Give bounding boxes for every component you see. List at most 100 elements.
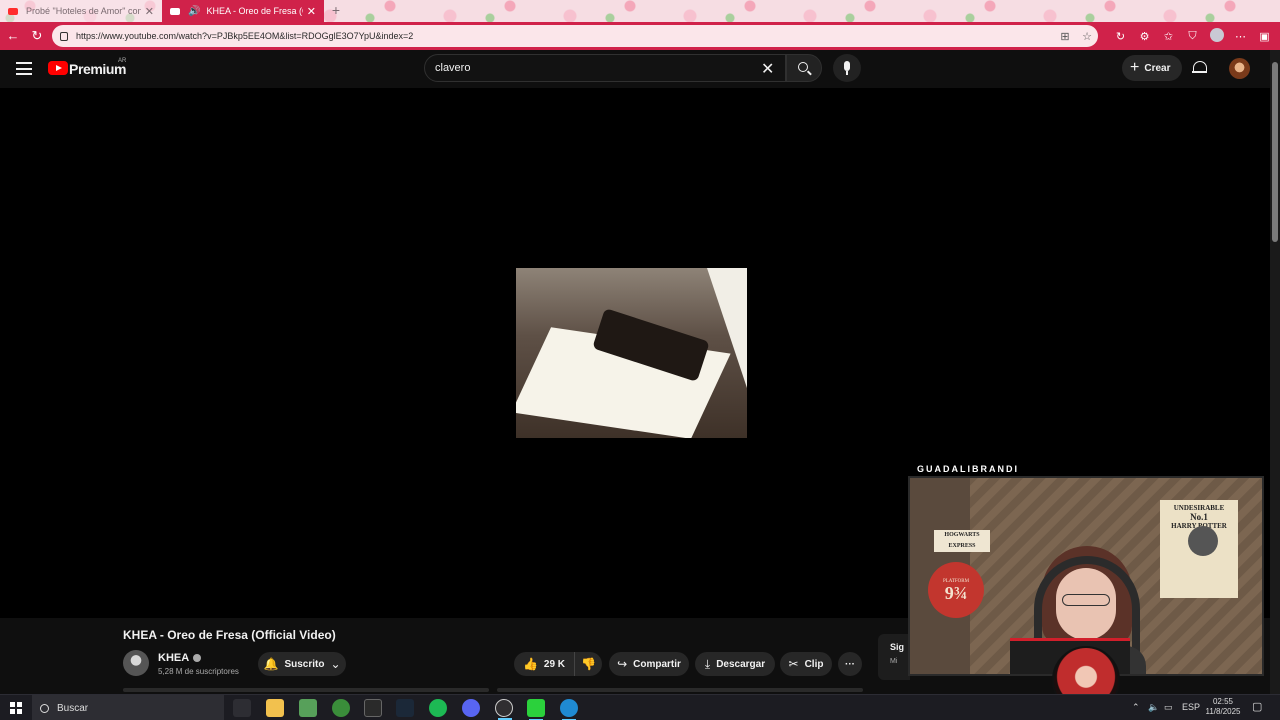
browser-toolbar: ↻ ⚙ ✩ ⛉ ⋯ ▣ (1111, 25, 1274, 47)
address-bar-row: ← ↻ https://www.youtube.com/watch?v=PJBk… (0, 22, 1280, 50)
discord-icon[interactable] (462, 699, 480, 717)
up-next-panel[interactable]: Sig Mi (878, 634, 910, 680)
video-title: KHEA - Oreo de Fresa (Official Video) (123, 628, 336, 642)
address-bar[interactable]: https://www.youtube.com/watch?v=PJBkp5EE… (52, 25, 1098, 47)
scrollbar-thumb[interactable] (1272, 62, 1278, 242)
voice-search-button[interactable] (833, 54, 861, 82)
page-scrollbar[interactable] (1270, 50, 1280, 694)
close-tab-icon[interactable]: ✕ (307, 5, 316, 18)
youtube-header: Premium AR clavero ✕ + Crear (0, 50, 1270, 88)
taskbar-clock[interactable]: 02:55 11/8/2025 (1200, 697, 1246, 717)
browser-tab-strip: Probé "Hoteles de Amor" con Pe ✕ 🔊 KHEA … (0, 0, 1280, 22)
extensions-icon[interactable]: ⚙ (1135, 30, 1154, 43)
refresh-extension-icon[interactable]: ↻ (1111, 30, 1130, 43)
search-icon (798, 62, 808, 72)
reload-button[interactable]: ↻ (26, 25, 48, 47)
channel-avatar[interactable] (123, 650, 149, 676)
tab-khea[interactable]: 🔊 KHEA - Oreo de Fresa (Offic ✕ (162, 0, 324, 22)
poster-portrait (1188, 526, 1218, 556)
tab-title: KHEA - Oreo de Fresa (Offic (206, 6, 302, 16)
share-button[interactable]: ↪ Compartir (609, 652, 689, 676)
taskbar-search[interactable]: Buscar (32, 695, 224, 720)
search-input[interactable]: clavero ✕ (424, 54, 786, 82)
windows-start-icon[interactable] (10, 702, 22, 714)
profile-avatar[interactable] (1207, 27, 1226, 45)
screen: Probé "Hoteles de Amor" con Pe ✕ 🔊 KHEA … (0, 0, 1280, 720)
like-button[interactable]: 👍 29 K (514, 652, 574, 676)
create-label: Crear (1144, 62, 1171, 74)
platform-sign: PLATFORM 9¾ (928, 562, 984, 618)
search-button[interactable] (786, 54, 822, 82)
minecraft-icon[interactable] (299, 699, 317, 717)
tab-hoteles[interactable]: Probé "Hoteles de Amor" con Pe ✕ (0, 0, 162, 22)
favorite-star-icon[interactable]: ☆ (1076, 30, 1098, 43)
streamer-name: GUADALIBRANDI (917, 464, 1019, 474)
poster-heading: UNDESIRABLE (1173, 504, 1225, 512)
share-icon: ↪ (617, 657, 628, 671)
epic-games-icon[interactable] (364, 699, 382, 717)
url-text[interactable]: https://www.youtube.com/watch?v=PJBkp5EE… (76, 31, 1054, 41)
country-code: AR (118, 58, 127, 64)
edge-icon[interactable] (560, 699, 578, 720)
clear-search-icon[interactable]: ✕ (761, 59, 774, 79)
youtube-logo-icon[interactable] (48, 61, 68, 75)
favorites-icon[interactable]: ✩ (1159, 30, 1178, 43)
download-icon: ⤓ (704, 656, 711, 671)
steam-icon[interactable] (396, 699, 414, 717)
download-button[interactable]: ⤓ Descargar (695, 652, 775, 676)
windows-taskbar: Buscar ⌃ 🔈 ▭ ESP 02:55 11/8/2025 ▢ (0, 694, 1280, 720)
new-tab-button[interactable]: + (328, 2, 344, 18)
tray-expand-icon[interactable]: ⌃ (1132, 702, 1140, 713)
comments-box[interactable] (497, 688, 863, 692)
dislike-button[interactable]: 👎 (574, 652, 602, 676)
language-indicator[interactable]: ESP (1182, 702, 1200, 712)
thumbs-down-icon: 👎 (581, 657, 596, 671)
bell-icon: 🔔 (263, 657, 279, 671)
platform-number: 9¾ (944, 582, 968, 603)
camera-app-icon[interactable] (527, 699, 545, 720)
up-next-subtitle: Mi (890, 658, 898, 665)
lock-icon (60, 31, 68, 41)
notifications-icon[interactable]: ▢ (1252, 700, 1262, 713)
task-view-icon[interactable] (233, 699, 251, 717)
close-tab-icon[interactable]: ✕ (145, 5, 154, 18)
scissors-icon: ✂ (788, 657, 799, 671)
notifications-bell-icon[interactable] (1192, 60, 1207, 76)
menu-icon[interactable] (16, 62, 32, 75)
channel-name-row[interactable]: KHEA (158, 652, 202, 664)
poster-number: No.1 (1190, 512, 1208, 522)
up-next-title: Sig (890, 642, 905, 652)
more-actions-button[interactable]: ··· (838, 652, 862, 676)
back-button[interactable]: ← (2, 25, 24, 47)
clip-button[interactable]: ✂ Clip (780, 652, 832, 676)
account-avatar[interactable] (1229, 58, 1250, 79)
search-query[interactable]: clavero (435, 62, 470, 74)
channel-name[interactable]: KHEA (158, 652, 189, 664)
shield-icon[interactable]: ⛉ (1183, 30, 1202, 43)
like-count: 29 K (543, 658, 566, 670)
subscribed-button[interactable]: 🔔 Suscrito ⌄ (258, 652, 346, 676)
clock-date: 11/8/2025 (1205, 707, 1241, 716)
video-frame[interactable] (516, 268, 747, 438)
network-icon[interactable]: ▭ (1164, 702, 1173, 713)
download-label: Descargar (716, 658, 766, 670)
share-label: Compartir (633, 658, 681, 670)
thumbs-up-icon: 👍 (522, 657, 538, 671)
taskbar-search-placeholder: Buscar (57, 702, 89, 714)
settings-more-icon[interactable]: ⋯ (1231, 30, 1250, 43)
verified-icon (193, 654, 202, 663)
youtube-favicon-icon (170, 7, 180, 15)
volume-icon[interactable]: 🔈 (1148, 702, 1159, 713)
app-install-icon[interactable]: ⊞ (1054, 30, 1076, 43)
sidebar-toggle-icon[interactable]: ▣ (1255, 30, 1274, 43)
spotify-icon[interactable] (429, 699, 447, 717)
tab-title: Probé "Hoteles de Amor" con Pe (26, 6, 141, 16)
hogwarts-express-sign: HOGWARTS EXPRESS (934, 530, 990, 552)
obs-icon[interactable] (495, 699, 513, 720)
xbox-icon[interactable] (332, 699, 350, 717)
search-icon (40, 703, 49, 713)
file-explorer-icon[interactable] (266, 699, 284, 717)
speaker-icon[interactable]: 🔊 (188, 6, 200, 17)
create-button[interactable]: + Crear (1122, 55, 1182, 81)
description-box[interactable] (123, 688, 489, 692)
